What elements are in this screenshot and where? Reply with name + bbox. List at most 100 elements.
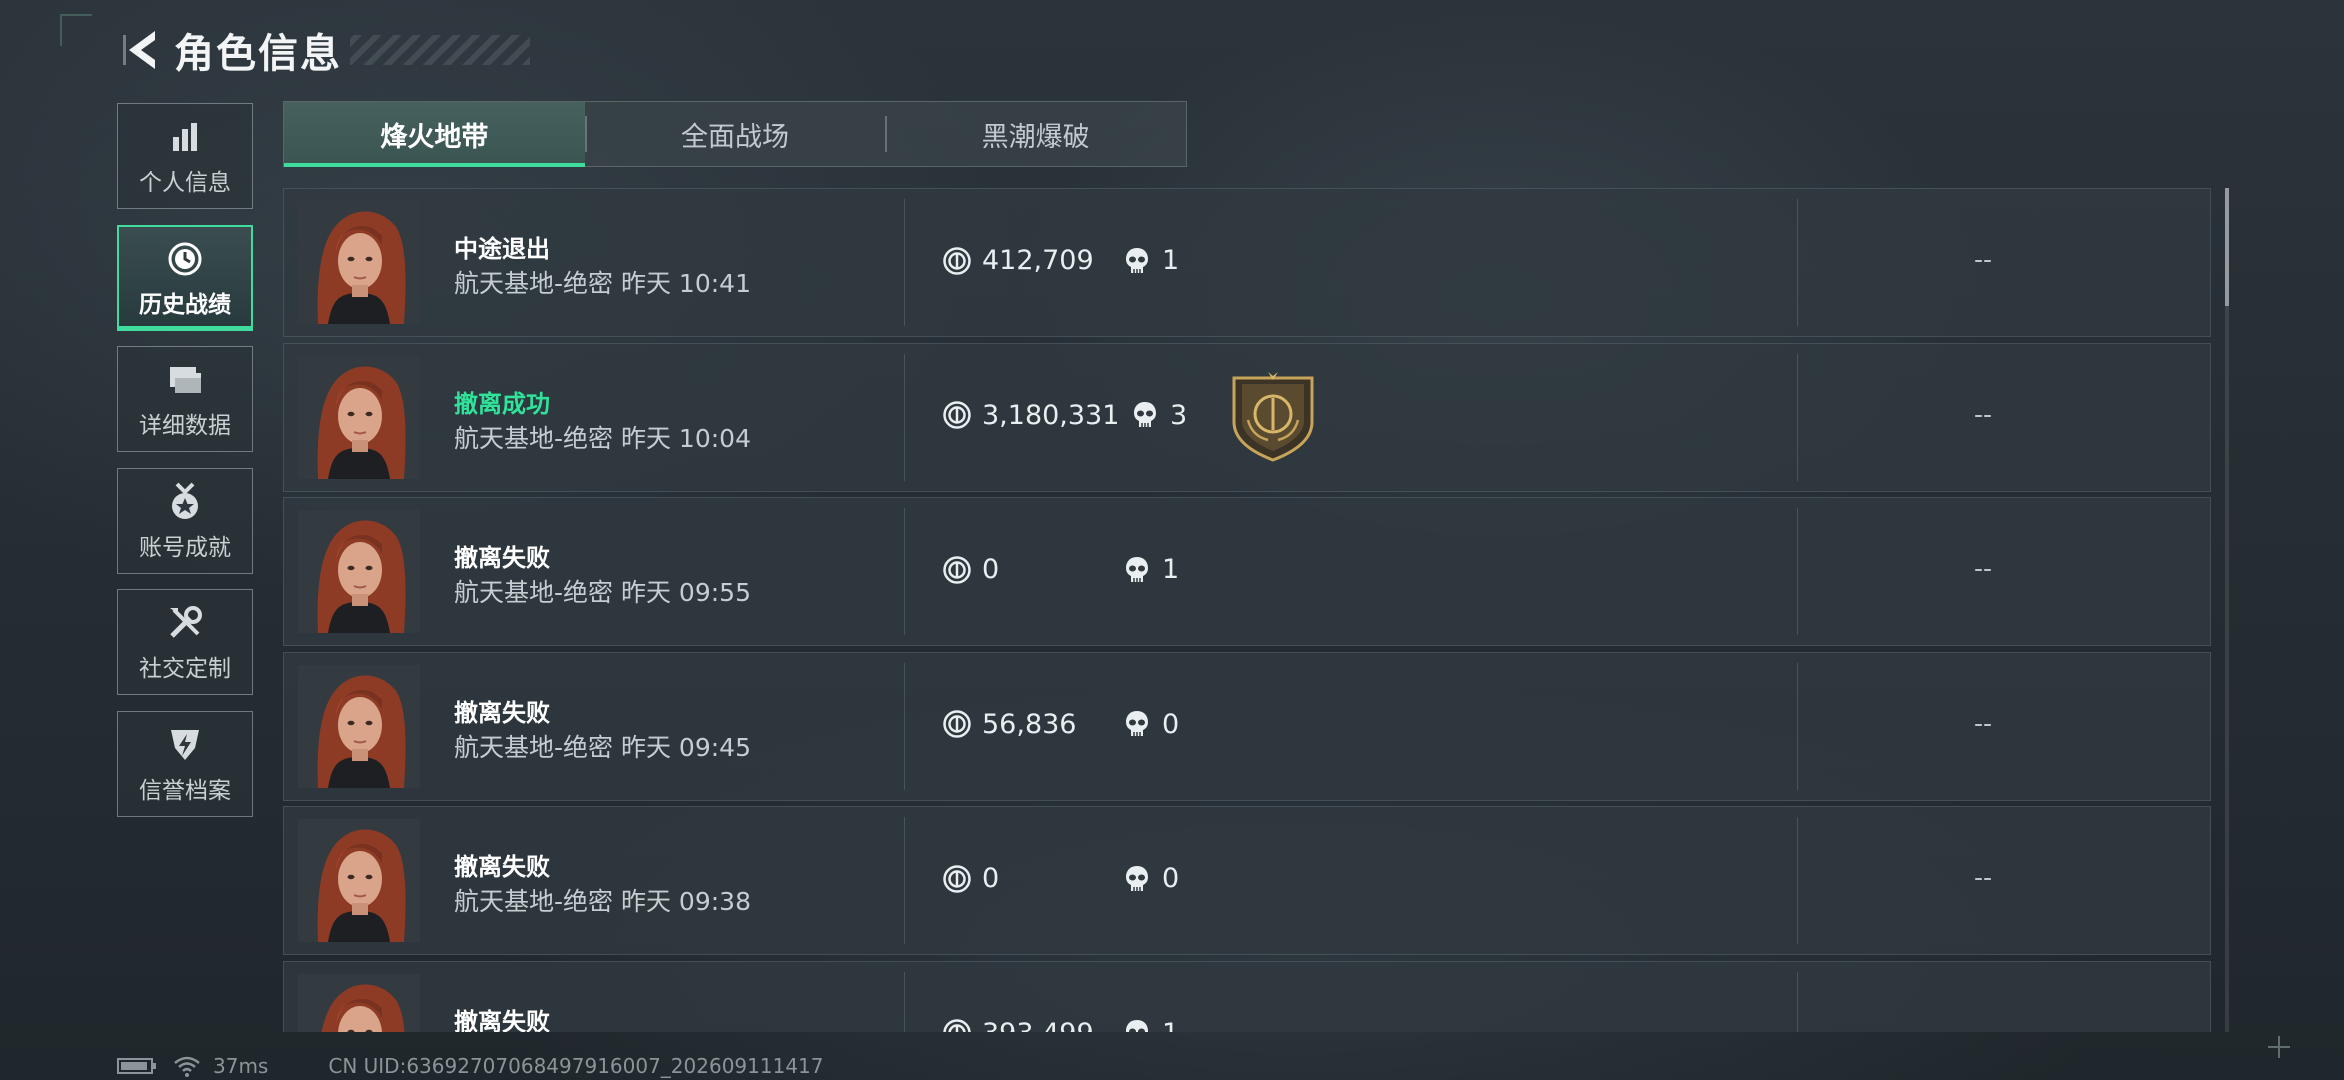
- side-navigation: 个人信息 历史战绩 详细数据 账号成就 社交定制 信誉档案: [117, 103, 255, 832]
- back-button[interactable]: [118, 25, 164, 75]
- column-divider: [1797, 353, 1798, 481]
- coin-icon: [943, 246, 971, 275]
- loot-value-text: 0: [982, 863, 1000, 894]
- map-name: 航天基地-绝密: [454, 887, 614, 916]
- medal-icon: [172, 482, 198, 519]
- column-divider: [1797, 971, 1798, 1032]
- corner-decoration: [60, 14, 92, 46]
- match-time: 昨天 09:38: [620, 887, 751, 916]
- tab-warzone[interactable]: 烽火地带: [284, 102, 585, 167]
- operator-avatar: [298, 664, 420, 788]
- rank-change: --: [1974, 399, 1993, 429]
- match-row[interactable]: 中途退出 航天基地-绝密 昨天 10:41 412,709 1 --: [283, 188, 2211, 337]
- kill-count: 0: [1124, 709, 1179, 740]
- skull-icon: [1126, 247, 1148, 273]
- match-status: 撤离失败: [454, 698, 550, 727]
- title-decoration: [350, 35, 530, 65]
- match-status: 撤离失败: [454, 853, 550, 881]
- crosshair-decoration: [2268, 1036, 2290, 1058]
- column-divider: [1797, 817, 1798, 944]
- kill-count: 1: [1124, 554, 1179, 585]
- loot-value: 3,180,331: [942, 400, 1119, 431]
- column-divider: [904, 971, 905, 1032]
- column-divider: [904, 662, 905, 790]
- match-map-time: 航天基地-绝密 昨天 09:38: [454, 882, 751, 918]
- loot-value: 56,836: [942, 709, 1076, 740]
- folders-icon: [170, 367, 201, 393]
- kill-count-text: 1: [1162, 554, 1180, 585]
- map-name: 航天基地-绝密: [454, 578, 614, 607]
- match-row[interactable]: 撤离成功 航天基地-绝密 昨天 10:04 3,180,331 3 --: [283, 342, 2211, 492]
- page-title: 角色信息: [174, 31, 342, 77]
- sidebar-item-label: 账号成就: [139, 534, 231, 561]
- wifi-icon: [174, 1056, 200, 1077]
- shield-bolt-icon: [171, 729, 199, 760]
- loot-value: 0: [942, 863, 999, 894]
- match-map-time: 航天基地-绝密 昨天 09:55: [454, 573, 751, 609]
- scrollbar-thumb[interactable]: [2225, 188, 2229, 306]
- clock-icon: [168, 242, 202, 275]
- operator-avatar: [298, 201, 420, 324]
- rank-change: --: [1974, 245, 1993, 274]
- match-row[interactable]: 撤离失败 航天基地-绝密 昨天 09:55 0 1 --: [283, 497, 2211, 646]
- skull-icon: [1126, 711, 1148, 736]
- user-uid: CN UID:636927070684979160​07_20260911141…: [328, 1054, 824, 1078]
- match-status: 中途退出: [454, 235, 550, 263]
- match-row[interactable]: 撤离失败 航天基地-绝密 昨天 09:38 0 0 --: [283, 806, 2211, 955]
- match-map-time: 航天基地-绝密 昨天 10:41: [454, 264, 751, 300]
- match-row[interactable]: 撤离失败 393,499 1 黑鹰III1, 5351(+6): [283, 960, 2211, 1033]
- sidebar-item-label: 个人信息: [139, 170, 231, 196]
- tab-blackout[interactable]: 黑潮爆破: [885, 102, 1186, 166]
- list-scrollbar[interactable]: [2225, 188, 2229, 1032]
- column-divider: [904, 508, 905, 635]
- loot-value: 0: [942, 554, 999, 585]
- sidebar-item-label: 详细数据: [139, 413, 231, 439]
- operator-avatar: [298, 819, 420, 942]
- kill-count-text: 1: [1162, 1018, 1179, 1033]
- sidebar-item-account-achievements[interactable]: 账号成就: [117, 467, 253, 574]
- ping-readout: 37ms: [213, 1054, 269, 1078]
- sidebar-item-match-history[interactable]: 历史战绩: [117, 224, 253, 331]
- loot-value-text: 3,180,331: [982, 399, 1120, 431]
- header: 角色信息: [118, 20, 530, 80]
- status-footer: 37ms CN UID:636927070684979160​07_202609…: [117, 1054, 824, 1078]
- loot-value: 393,499: [942, 1018, 1094, 1032]
- extraction-badge-icon: [1228, 370, 1318, 466]
- match-time: 昨天 09:45: [620, 732, 751, 762]
- operator-avatar: [298, 355, 420, 479]
- match-row[interactable]: 撤离失败 航天基地-绝密 昨天 09:45 56,836 0 --: [283, 651, 2211, 801]
- kill-count: 3: [1132, 400, 1187, 431]
- sidebar-item-personal-info[interactable]: 个人信息: [117, 103, 253, 209]
- operator-avatar: [298, 973, 420, 1032]
- coin-icon: [943, 1019, 971, 1032]
- map-name: 航天基地-绝密: [454, 423, 614, 453]
- match-time: 昨天 10:04: [620, 423, 751, 453]
- match-map-time: 航天基地-绝密 昨天 10:04: [454, 419, 751, 455]
- kill-count-text: 3: [1170, 399, 1188, 431]
- rank-change: --: [1974, 708, 1993, 738]
- tools-icon: [170, 606, 202, 638]
- sidebar-item-label: 社交定制: [139, 656, 231, 682]
- match-history-list: 中途退出 航天基地-绝密 昨天 10:41 412,709 1 -- 撤离成功 …: [283, 188, 2211, 1032]
- coin-icon: [943, 401, 971, 429]
- kill-count-text: 1: [1162, 245, 1180, 276]
- tab-battlefield[interactable]: 全面战场: [584, 102, 886, 166]
- sidebar-item-social-customization[interactable]: 社交定制: [117, 589, 253, 695]
- kill-count-text: 0: [1162, 863, 1180, 894]
- match-map-time: 航天基地-绝密 昨天 09:45: [454, 728, 751, 764]
- map-name: 航天基地-绝密: [454, 732, 614, 762]
- column-divider: [904, 199, 905, 326]
- sidebar-item-label: 历史战绩: [139, 291, 231, 318]
- operator-avatar: [298, 510, 420, 633]
- coin-icon: [943, 710, 971, 738]
- rank-change: --: [1974, 863, 1993, 892]
- sidebar-item-detailed-data[interactable]: 详细数据: [117, 346, 253, 452]
- match-time: 昨天 10:41: [620, 269, 751, 298]
- skull-icon: [1126, 556, 1148, 582]
- kill-count: 1: [1124, 1018, 1179, 1033]
- skull-icon: [1126, 865, 1148, 891]
- column-divider: [1797, 199, 1798, 326]
- skull-icon: [1126, 1020, 1148, 1032]
- match-status: 撤离失败: [454, 544, 550, 572]
- sidebar-item-credit-record[interactable]: 信誉档案: [117, 710, 253, 817]
